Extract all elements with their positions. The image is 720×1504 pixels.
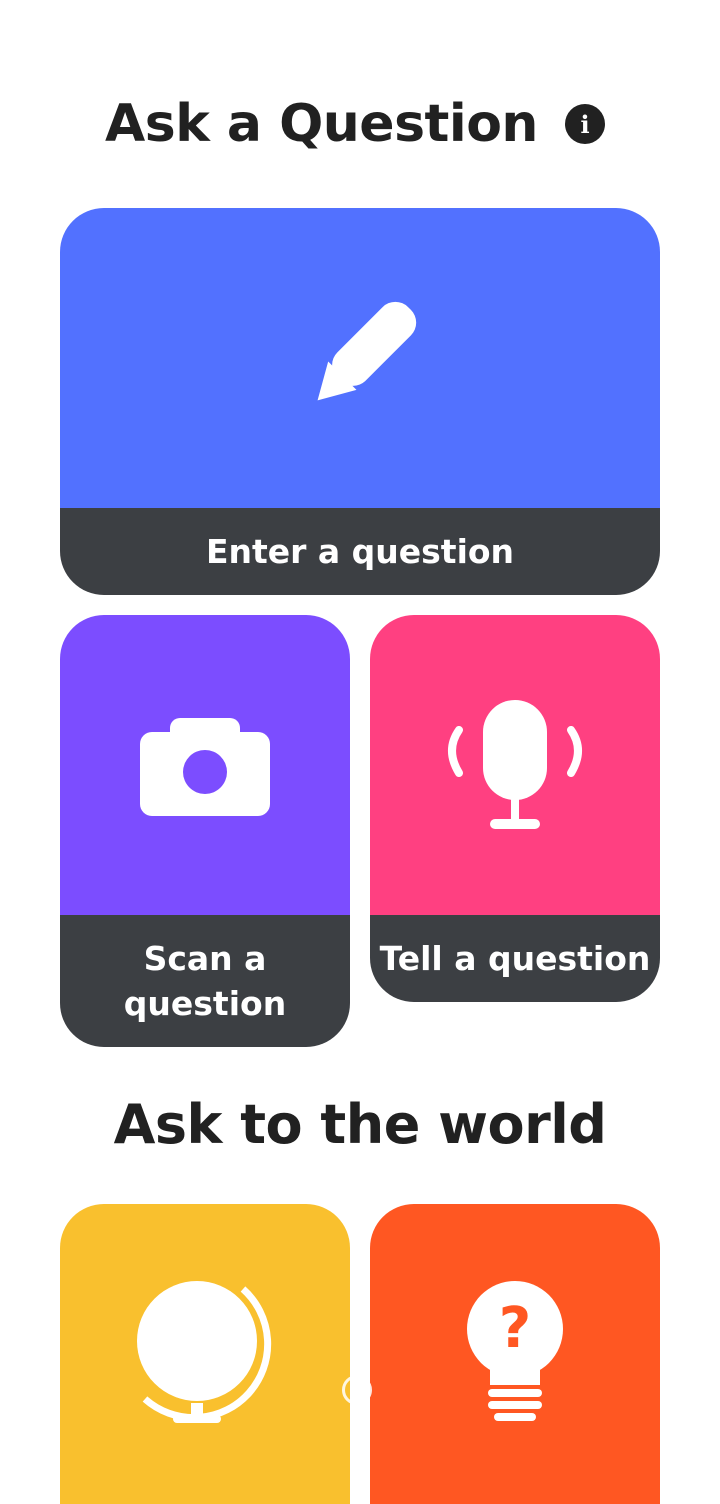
- tell-question-card[interactable]: Tell a question: [370, 615, 660, 1002]
- ideas-card-top: ?: [370, 1204, 660, 1504]
- enter-question-label: Enter a question: [60, 508, 660, 595]
- globe-card-top: [60, 1204, 350, 1504]
- lightbulb-question-icon: ?: [467, 1281, 563, 1421]
- camera-icon: [140, 718, 270, 816]
- info-button[interactable]: i: [565, 104, 605, 144]
- section-title: Ask to the world: [113, 1093, 607, 1156]
- scan-question-label: Scan a question: [60, 915, 350, 1047]
- tell-question-label: Tell a question: [370, 915, 660, 1002]
- globe-card[interactable]: [60, 1204, 350, 1504]
- ideas-card[interactable]: ?: [370, 1204, 660, 1504]
- scan-question-card-top: [60, 615, 350, 915]
- enter-question-card[interactable]: Enter a question: [60, 208, 660, 595]
- svg-text:?: ?: [499, 1296, 531, 1361]
- globe-icon: [137, 1281, 272, 1423]
- pencil-icon: [317, 301, 417, 401]
- info-icon: i: [580, 109, 590, 139]
- page-indicator: [342, 1375, 372, 1405]
- page-title: Ask a Question: [105, 94, 538, 154]
- scan-question-card[interactable]: Scan a question: [60, 615, 350, 1047]
- microphone-icon: [448, 700, 582, 829]
- enter-question-card-top: [60, 208, 660, 508]
- tell-question-card-top: [370, 615, 660, 915]
